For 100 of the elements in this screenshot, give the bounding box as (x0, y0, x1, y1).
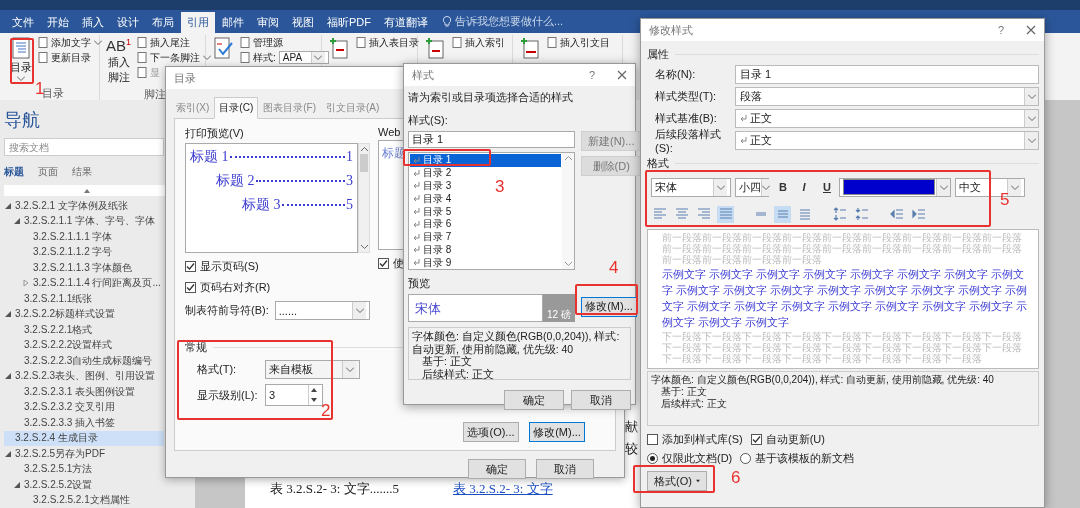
italic-button[interactable]: I (795, 178, 813, 196)
ribbon-button[interactable]: 下一条脚注 (137, 51, 212, 64)
style-type-select[interactable]: 段落 (735, 87, 1039, 106)
outline-item[interactable]: 3.2.S.2.1.1.4 行间距离及页... (4, 275, 164, 291)
outline-item[interactable]: 3.2.S.2.5.2.1文档属性 (4, 492, 164, 508)
list-item[interactable]: 目录 1 (410, 154, 561, 167)
font-color-select[interactable] (839, 177, 951, 197)
ribbon-button[interactable]: 管理源 (240, 36, 283, 49)
checkbox[interactable]: 页码右对齐(R) (185, 280, 271, 295)
leader-select[interactable]: ...... (274, 301, 370, 320)
ribbon-tab[interactable]: 布局 (146, 12, 180, 33)
expanded-triangle-icon[interactable] (5, 373, 11, 380)
caption-link[interactable]: 表 3.2.S.2- 3: 文字 (453, 480, 553, 498)
scrollbar[interactable] (562, 153, 574, 269)
expanded-triangle-icon[interactable] (5, 311, 11, 318)
outline-item[interactable]: 3.2.S.2.3表头、图例、引用设置 (4, 368, 164, 384)
ribbon-tab[interactable]: 插入 (76, 12, 110, 33)
outline-item[interactable]: 3.2.S.2.3.1 表头图例设置 (4, 384, 164, 400)
ribbon-tab[interactable]: 审阅 (251, 12, 285, 33)
scroll-up-icon[interactable] (564, 156, 572, 160)
ok-button[interactable]: 确定 (504, 390, 564, 410)
checkbox[interactable]: 使 (378, 256, 404, 271)
outline-item[interactable]: 3.2.S.2.5.1方法 (4, 461, 164, 477)
scroll-down-icon[interactable] (564, 262, 572, 266)
close-icon[interactable] (1026, 25, 1036, 35)
pane-tab[interactable]: 结果 (72, 165, 92, 179)
list-item[interactable]: 目录 2 (410, 166, 455, 180)
name-field[interactable]: 目录 1 (735, 65, 1039, 84)
spin-up-icon[interactable] (311, 388, 317, 392)
ribbon-tab[interactable]: 视图 (286, 12, 320, 33)
ribbon-tab[interactable]: 福昕PDF (321, 12, 377, 33)
ribbon-button[interactable]: 插入索引 (452, 36, 505, 49)
outline-item[interactable]: 3.2.S.2.1.1.1 字体 (4, 229, 164, 245)
font-select[interactable]: 宋体 (651, 177, 731, 197)
ribbon-tab[interactable]: 有道翻译 (378, 12, 434, 33)
checkbox[interactable]: 添加到样式库(S) (647, 432, 743, 447)
close-icon[interactable] (617, 70, 627, 80)
options-button[interactable]: 选项(O)... (463, 422, 519, 442)
outline-item[interactable]: 3.2.S.2.2.1格式 (4, 322, 164, 338)
style-select[interactable]: 正文 (735, 109, 1039, 128)
bold-button[interactable]: B (773, 178, 791, 196)
checkbox[interactable]: 显示页码(S) (185, 259, 259, 274)
radio-button[interactable]: 仅限此文档(D) (647, 451, 733, 466)
checkbox[interactable]: 自动更新(U) (750, 432, 825, 447)
help-button[interactable]: ? (997, 24, 1004, 36)
format-button[interactable]: 格式(O) (647, 471, 707, 491)
ribbon-tab[interactable]: 设计 (111, 12, 145, 33)
ribbon-button[interactable]: 插入引文目 (547, 36, 610, 49)
size-select[interactable]: 小四 (735, 177, 769, 197)
scrollbar[interactable] (358, 143, 370, 253)
outline-item[interactable]: 3.2.S.2.1.1纸张 (4, 291, 164, 307)
outline-item[interactable]: 3.2.S.2.5.2设置 (4, 477, 164, 493)
outline-item[interactable]: 3.2.S.2.1 文字体例及纸张 (4, 198, 164, 214)
modify-button[interactable]: 修改(M)... (581, 296, 637, 317)
cancel-button[interactable]: 取消 (571, 390, 631, 410)
collapsed-triangle-icon[interactable] (23, 280, 29, 287)
style-select[interactable]: APA (278, 51, 329, 64)
search-field[interactable]: 搜索文档 (4, 138, 164, 156)
scrollbar-thumb[interactable] (360, 154, 368, 172)
outline-item[interactable]: 3.2.S.2.1.1.3 字体颜色 (4, 260, 164, 276)
outline-item[interactable]: 3.2.S.2.3.3 插入书签 (4, 415, 164, 431)
list-item[interactable]: 目录 7 (410, 230, 455, 244)
collapse-icon[interactable] (83, 188, 90, 193)
radio-button[interactable]: 基于该模板的新文档 (740, 451, 855, 466)
list-item[interactable]: 目录 3 (410, 179, 455, 193)
ribbon-tab[interactable]: 邮件 (216, 12, 250, 33)
level-spinner[interactable]: 3 (265, 384, 323, 406)
outline-item[interactable]: 3.2.S.2.3.2 交叉引用 (4, 399, 164, 415)
style-name-field[interactable]: 目录 1 (408, 131, 575, 148)
ribbon-tab[interactable]: 引用 (181, 12, 215, 33)
list-item[interactable]: 目录 9 (410, 256, 455, 270)
expanded-triangle-icon[interactable] (5, 450, 11, 457)
insert-footnote-button[interactable]: AB$^{1}$ 插入脚注 (104, 35, 134, 87)
format-select[interactable]: 来自模板 (265, 360, 360, 379)
modify-button[interactable]: 修改(M)... (529, 422, 585, 442)
list-item[interactable]: 目录 6 (410, 218, 455, 231)
outline-item[interactable]: 3.2.S.2.2标题样式设置 (4, 306, 164, 322)
outline-item[interactable]: 3.2.S.2.2.3自动生成标题编号 (4, 353, 164, 369)
dialog-tab[interactable]: 目录(C) (214, 97, 259, 119)
pane-tab[interactable]: 标题 (4, 165, 24, 179)
cancel-button[interactable]: 取消 (536, 459, 594, 479)
outline-item[interactable]: 3.2.S.2.2.2设置样式 (4, 337, 164, 353)
ribbon-button[interactable]: 添加文字 (38, 36, 102, 49)
ribbon-tab[interactable]: 文件 (6, 12, 40, 33)
spin-down-icon[interactable] (311, 398, 317, 402)
scroll-up-icon[interactable] (360, 147, 368, 151)
list-item[interactable]: 目录 4 (410, 192, 455, 206)
scroll-down-icon[interactable] (360, 245, 368, 249)
expanded-triangle-icon[interactable] (5, 202, 11, 209)
ribbon-tab[interactable]: 开始 (41, 12, 75, 33)
underline-button[interactable]: U (817, 178, 835, 196)
list-item[interactable]: 目录 5 (410, 205, 455, 218)
list-item[interactable]: 目录 8 (410, 243, 455, 257)
style-select[interactable]: 正文 (735, 131, 1039, 150)
outline-item[interactable]: 3.2.S.2.1.1.2 字号 (4, 244, 164, 260)
outline-item[interactable]: 3.2.S.2.1.1 字体、字号、字体 (4, 213, 164, 229)
ribbon-button[interactable]: 更新目录 (38, 51, 91, 64)
ribbon-button[interactable]: 插入表目录 (356, 36, 419, 49)
table-of-contents-button[interactable]: 目录 (8, 35, 34, 83)
ribbon-button[interactable]: 插入尾注 (137, 36, 191, 49)
